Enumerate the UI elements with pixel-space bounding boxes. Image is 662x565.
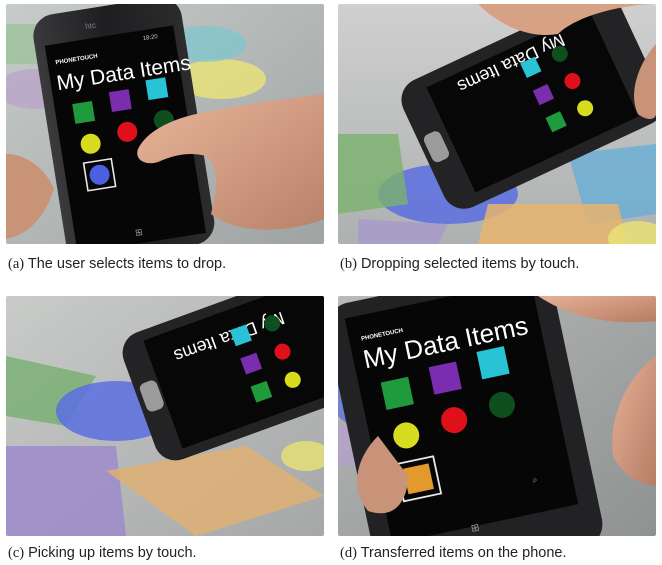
caption-text: Picking up items by touch.: [28, 545, 197, 561]
photo-panel-d: PHONETOUCH My Data Items ⊞ ⌕: [338, 296, 656, 536]
caption-text: Transferred items on the phone.: [360, 545, 567, 561]
photo-panel-a: htc 18:20 PHONETOUCH My Data Items ⊞: [6, 4, 324, 244]
caption-a: (a) The user selects items to drop.: [8, 256, 226, 273]
photo-a: htc 18:20 PHONETOUCH My Data Items ⊞: [6, 4, 324, 244]
photo-c: My Data Items: [6, 296, 324, 536]
item-purple-square: [428, 361, 462, 395]
photo-d: PHONETOUCH My Data Items ⊞ ⌕: [338, 296, 656, 536]
caption-d: (d) Transferred items on the phone.: [340, 545, 567, 562]
caption-b: (b) Dropping selected items by touch.: [340, 256, 579, 273]
caption-label: (a): [8, 256, 25, 272]
brand-text: htc: [85, 21, 97, 32]
caption-c: (c) Picking up items by touch.: [8, 545, 197, 562]
item-green-square: [72, 101, 96, 124]
item-purple-square: [108, 89, 132, 113]
caption-text: Dropping selected items by touch.: [360, 256, 580, 272]
caption-label: (d): [340, 545, 357, 561]
item-cyan-square: [476, 346, 510, 380]
item-green-square: [380, 376, 414, 410]
caption-label: (b): [340, 256, 357, 272]
caption-label: (c): [8, 545, 25, 561]
windows-key-icon: ⊞: [134, 227, 143, 238]
photo-panel-c: My Data Items: [6, 296, 324, 536]
photo-panel-b: My Data Items: [338, 4, 656, 244]
photo-b: My Data Items: [338, 4, 656, 244]
caption-text: The user selects items to drop.: [27, 256, 227, 272]
item-cyan-square: [145, 77, 169, 101]
